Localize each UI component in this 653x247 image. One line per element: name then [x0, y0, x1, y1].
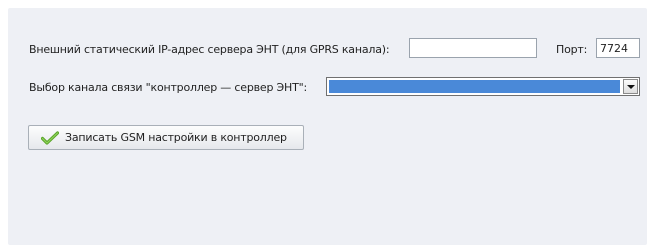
checkmark-icon: [40, 130, 60, 145]
ip-address-input[interactable]: [409, 38, 537, 58]
chevron-down-icon[interactable]: [623, 79, 638, 94]
write-gsm-settings-button-label: Записать GSM настройки в контроллер: [65, 131, 287, 144]
channel-select[interactable]: [326, 77, 640, 96]
port-input[interactable]: [596, 38, 640, 58]
channel-select-label: Выбор канала связи "контроллер — сервер …: [29, 81, 307, 94]
port-label: Порт:: [556, 43, 588, 56]
channel-select-value: [329, 80, 620, 93]
ip-address-label: Внешний статический IP-адрес сервера ЭНТ…: [29, 43, 390, 56]
write-gsm-settings-button[interactable]: Записать GSM настройки в контроллер: [28, 125, 304, 150]
